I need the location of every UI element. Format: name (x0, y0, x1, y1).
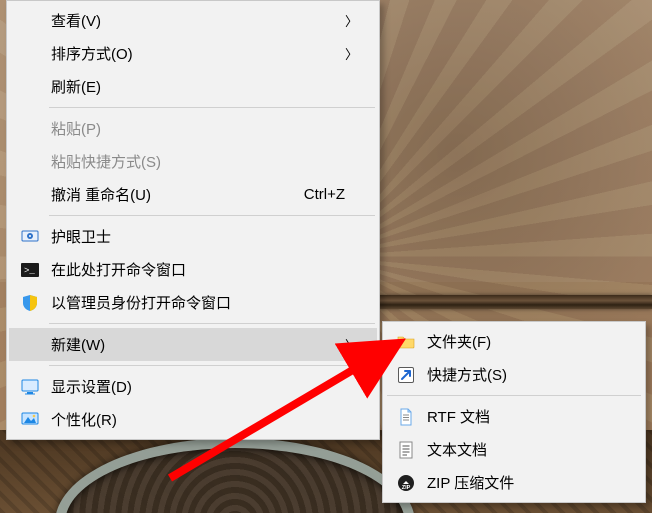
menu-separator (49, 215, 375, 216)
cmd-icon: >_ (21, 261, 39, 279)
menu-separator (49, 323, 375, 324)
chevron-right-icon: 〉 (345, 44, 355, 63)
menu-label: 快捷方式(S) (427, 364, 621, 385)
menu-item-personalize[interactable]: 个性化(R) (9, 403, 377, 436)
menu-separator (387, 395, 641, 396)
menu-item-eye-guard[interactable]: 护眼卫士 (9, 220, 377, 253)
menu-label: 排序方式(O) (51, 43, 345, 64)
menu-item-new-txt[interactable]: 文本文档 (385, 433, 643, 466)
menu-label: 新建(W) (51, 334, 345, 355)
menu-item-paste-shortcut: 粘贴快捷方式(S) (9, 145, 377, 178)
menu-label: 显示设置(D) (51, 376, 355, 397)
menu-label: 查看(V) (51, 10, 345, 31)
menu-item-new-shortcut[interactable]: 快捷方式(S) (385, 358, 643, 391)
chevron-right-icon: 〉 (345, 11, 355, 30)
menu-item-open-cmd[interactable]: >_ 在此处打开命令窗口 (9, 253, 377, 286)
menu-item-new[interactable]: 新建(W) 〉 (9, 328, 377, 361)
menu-label: 以管理员身份打开命令窗口 (51, 292, 355, 313)
menu-label: 撤消 重命名(U) (51, 184, 284, 205)
svg-text:>_: >_ (24, 266, 35, 276)
chevron-right-icon: 〉 (345, 335, 355, 354)
menu-label: 刷新(E) (51, 76, 355, 97)
display-icon (21, 378, 39, 396)
menu-label: 护眼卫士 (51, 226, 355, 247)
menu-label: 在此处打开命令窗口 (51, 259, 355, 280)
menu-shortcut: Ctrl+Z (284, 186, 345, 203)
menu-label: 个性化(R) (51, 409, 355, 430)
menu-item-paste: 粘贴(P) (9, 112, 377, 145)
menu-label: 粘贴快捷方式(S) (51, 151, 355, 172)
shield-icon (21, 294, 39, 312)
menu-item-display-settings[interactable]: 显示设置(D) (9, 370, 377, 403)
zip-icon: ZIP (397, 474, 415, 492)
menu-separator (49, 365, 375, 366)
menu-item-sort[interactable]: 排序方式(O) 〉 (9, 37, 377, 70)
menu-separator (49, 107, 375, 108)
menu-item-new-rtf[interactable]: RTF 文档 (385, 400, 643, 433)
menu-item-new-folder[interactable]: 文件夹(F) (385, 325, 643, 358)
desktop-context-menu: 查看(V) 〉 排序方式(O) 〉 刷新(E) 粘贴(P) 粘贴快捷方式(S) … (6, 0, 380, 440)
menu-label: ZIP 压缩文件 (427, 472, 621, 493)
menu-item-view[interactable]: 查看(V) 〉 (9, 4, 377, 37)
new-submenu: 文件夹(F) 快捷方式(S) RTF 文档 文本文档 ZIP ZIP 压缩文件 (382, 321, 646, 503)
menu-item-new-zip[interactable]: ZIP ZIP 压缩文件 (385, 466, 643, 499)
menu-item-refresh[interactable]: 刷新(E) (9, 70, 377, 103)
eye-guard-icon (21, 228, 39, 246)
menu-label: RTF 文档 (427, 406, 621, 427)
txt-icon (397, 441, 415, 459)
menu-label: 文件夹(F) (427, 331, 621, 352)
menu-item-undo[interactable]: 撤消 重命名(U) Ctrl+Z (9, 178, 377, 211)
personalize-icon (21, 411, 39, 429)
menu-item-open-cmd-admin[interactable]: 以管理员身份打开命令窗口 (9, 286, 377, 319)
menu-label: 文本文档 (427, 439, 621, 460)
shortcut-icon (397, 366, 415, 384)
svg-text:ZIP: ZIP (402, 485, 411, 491)
menu-label: 粘贴(P) (51, 118, 355, 139)
rtf-icon (397, 408, 415, 426)
folder-icon (397, 333, 415, 351)
